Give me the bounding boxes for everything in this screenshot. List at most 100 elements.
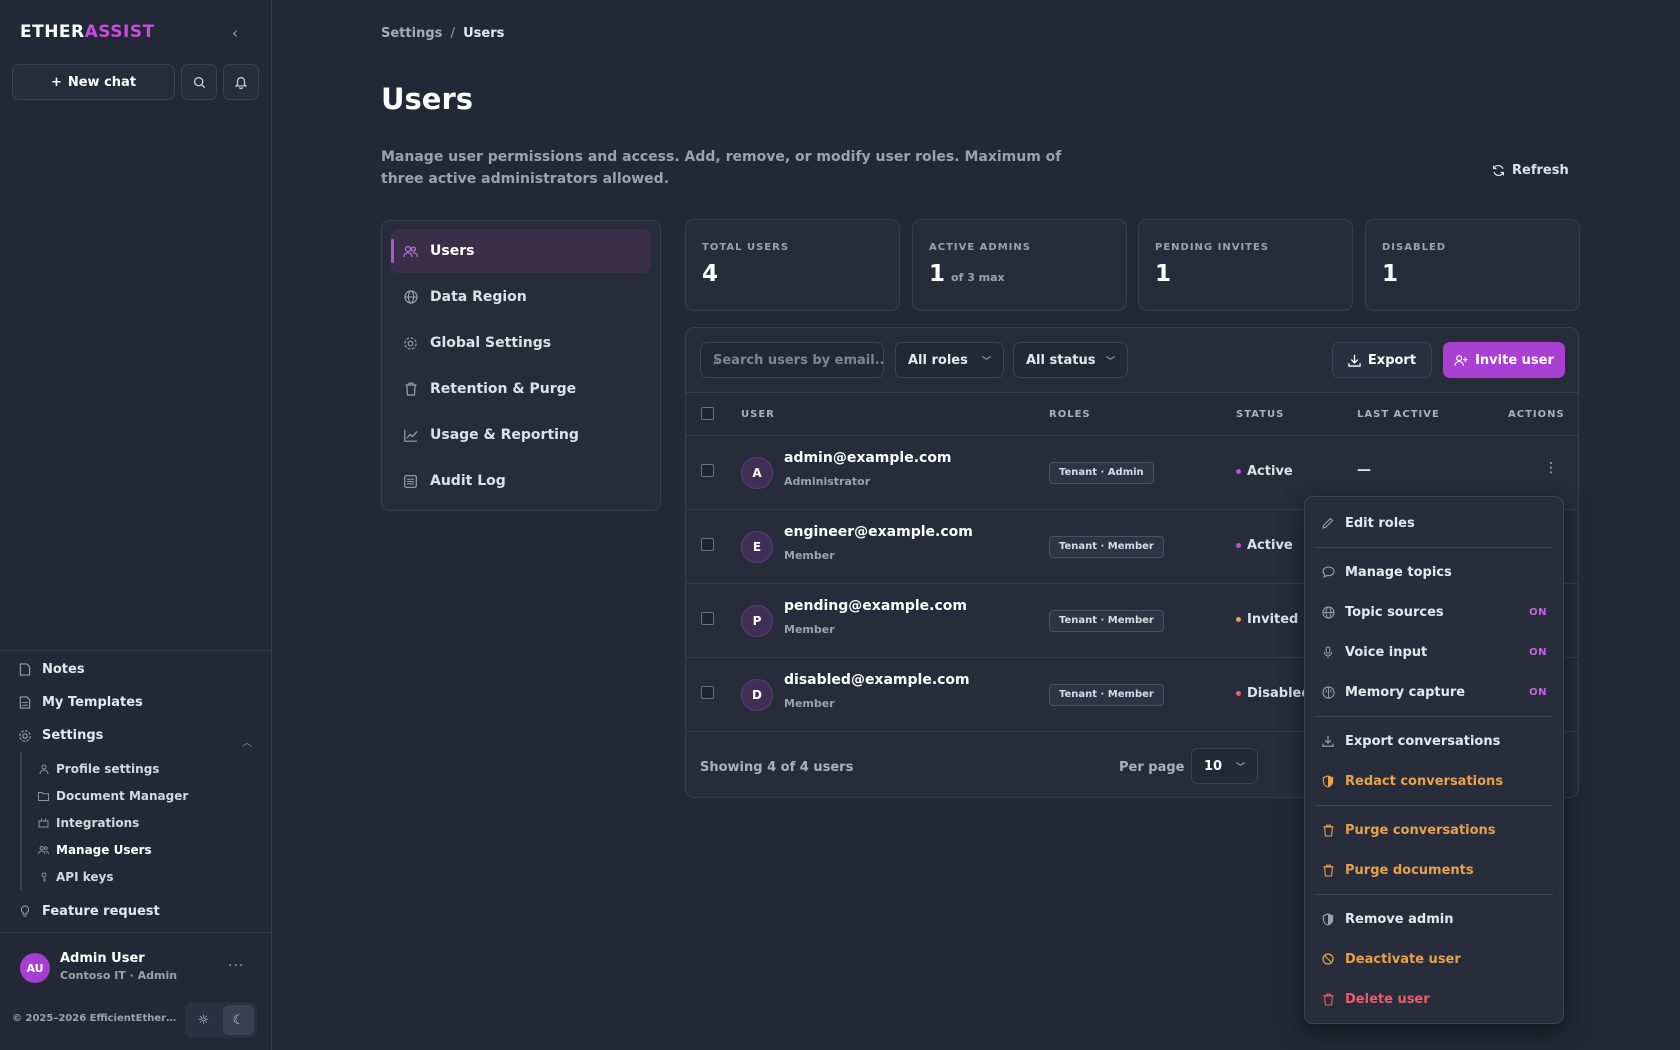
column-actions: ACTIONS	[1508, 409, 1565, 420]
column-status[interactable]: STATUS	[1236, 409, 1284, 420]
notifications-button[interactable]	[223, 64, 259, 100]
folder-icon	[38, 791, 49, 802]
chat-bubble-icon	[1321, 565, 1335, 579]
status-dot	[1236, 469, 1241, 474]
column-last-active[interactable]: LAST ACTIVE	[1357, 409, 1440, 420]
chevron-down-icon: ﹀	[1105, 356, 1115, 367]
menu-item-purge-documents[interactable]: Purge documents	[1305, 852, 1563, 888]
status-badge: Active	[1236, 464, 1293, 479]
shield-half-icon	[1321, 912, 1335, 926]
breadcrumb-settings[interactable]: Settings	[381, 26, 442, 41]
select-all-checkbox[interactable]	[701, 407, 714, 420]
search-input[interactable]	[700, 342, 884, 378]
more-horizontal-icon[interactable]: ···	[228, 958, 244, 974]
sidebar-item-manage-users[interactable]: Manage Users	[38, 843, 152, 857]
column-roles[interactable]: ROLES	[1049, 409, 1091, 420]
menu-item-memory-capture[interactable]: Memory capture ON	[1305, 674, 1563, 710]
user-email: pending@example.com	[784, 598, 967, 614]
sidebar-item-api-keys[interactable]: API keys	[38, 870, 114, 884]
gear-icon	[18, 729, 32, 743]
nav-item-global-settings[interactable]: Global Settings	[391, 321, 651, 365]
pencil-icon	[1321, 516, 1335, 530]
users-icon	[403, 244, 418, 259]
export-button[interactable]: Export	[1332, 342, 1432, 378]
per-page-select[interactable]: 10 ﹀	[1191, 748, 1258, 784]
user-org: Contoso IT · Admin	[60, 969, 178, 982]
menu-item-delete-user[interactable]: Delete user	[1305, 981, 1563, 1017]
role-badge: Tenant · Admin	[1049, 462, 1154, 484]
avatar[interactable]: AU	[20, 953, 50, 983]
stat-total-users: TOTAL USERS 4	[685, 219, 900, 311]
menu-item-redact-conversations[interactable]: Redact conversations	[1305, 763, 1563, 799]
menu-item-edit-roles[interactable]: Edit roles	[1305, 505, 1563, 541]
microphone-icon	[1321, 645, 1335, 659]
last-active: —	[1357, 462, 1371, 478]
menu-item-topic-sources[interactable]: Topic sources ON	[1305, 594, 1563, 630]
settings-subnav: Profile settings Document Manager Integr…	[20, 752, 260, 890]
menu-item-manage-topics[interactable]: Manage topics	[1305, 554, 1563, 590]
trash-icon	[1321, 863, 1335, 877]
menu-divider	[1315, 805, 1553, 806]
status-badge: Disabled	[1236, 686, 1311, 701]
nav-item-audit-log[interactable]: Audit Log	[391, 459, 651, 503]
user-email: engineer@example.com	[784, 524, 973, 540]
sidebar-item-notes[interactable]: Notes	[18, 662, 85, 677]
pagination-summary: Showing 4 of 4 users	[700, 760, 854, 775]
download-icon	[1348, 354, 1361, 367]
search-button[interactable]	[181, 64, 217, 100]
sidebar-item-document-manager[interactable]: Document Manager	[38, 789, 188, 803]
list-icon	[403, 474, 418, 489]
bell-icon	[234, 77, 248, 89]
trash-icon	[1321, 823, 1335, 837]
menu-item-remove-admin[interactable]: Remove admin	[1305, 901, 1563, 937]
invite-user-button[interactable]: Invite user	[1443, 342, 1565, 378]
nav-item-usage-reporting[interactable]: Usage & Reporting	[391, 413, 651, 457]
row-checkbox[interactable]	[701, 538, 714, 551]
page-title: Users	[381, 82, 474, 116]
collapse-sidebar-icon[interactable]: ‹	[226, 24, 244, 42]
sidebar-item-templates[interactable]: My Templates	[18, 695, 143, 710]
refresh-button[interactable]: Refresh	[1492, 163, 1569, 178]
sidebar-item-integrations[interactable]: Integrations	[38, 816, 139, 830]
users-icon	[38, 845, 49, 856]
key-icon	[38, 872, 49, 883]
column-user[interactable]: USER	[741, 409, 775, 420]
breadcrumb-current: Users	[463, 26, 505, 41]
nav-item-retention-purge[interactable]: Retention & Purge	[391, 367, 651, 411]
settings-nav: Users Data Region Global Settings Retent…	[381, 220, 661, 511]
menu-item-deactivate-user[interactable]: Deactivate user	[1305, 941, 1563, 977]
sidebar-item-profile-settings[interactable]: Profile settings	[38, 762, 159, 776]
chevron-up-icon[interactable]: ︿	[242, 734, 252, 749]
new-chat-button[interactable]: + New chat	[12, 64, 175, 100]
menu-item-purge-conversations[interactable]: Purge conversations	[1305, 812, 1563, 848]
status-filter-select[interactable]: All status ﹀	[1013, 342, 1128, 378]
globe-icon	[1321, 605, 1335, 619]
nav-item-users[interactable]: Users	[391, 229, 651, 273]
row-checkbox[interactable]	[701, 464, 714, 477]
roles-filter-select[interactable]: All roles ﹀	[895, 342, 1004, 378]
menu-item-export-conversations[interactable]: Export conversations	[1305, 723, 1563, 759]
status-badge: Active	[1236, 538, 1293, 553]
sidebar-item-settings[interactable]: Settings	[18, 728, 103, 743]
menu-divider	[1315, 547, 1553, 548]
download-icon	[1321, 734, 1335, 748]
stat-active-admins: ACTIVE ADMINS 1 of 3 max	[912, 219, 1127, 311]
brain-icon	[1321, 685, 1335, 699]
status-dot	[1236, 543, 1241, 548]
user-name: Admin User	[60, 951, 145, 966]
sun-icon[interactable]: ☼	[188, 1005, 219, 1035]
user-divider	[0, 932, 271, 933]
brand-logo[interactable]: ETHERASSIST	[20, 22, 155, 42]
moon-icon[interactable]: ☾	[223, 1005, 254, 1035]
sidebar: ETHERASSIST ‹ + New chat Notes My Templa…	[0, 0, 272, 1050]
nav-item-data-region[interactable]: Data Region	[391, 275, 651, 319]
row-checkbox[interactable]	[701, 686, 714, 699]
more-vertical-icon[interactable]: ⋮	[1544, 460, 1558, 476]
menu-item-voice-input[interactable]: Voice input ON	[1305, 634, 1563, 670]
per-page-label: Per page	[1119, 760, 1185, 775]
table-header: USER ROLES STATUS LAST ACTIVE ACTIONS	[686, 392, 1578, 436]
copyright-text: © 2025–2026 EfficientEther L...	[12, 1013, 177, 1024]
plus-icon: +	[50, 74, 62, 90]
row-checkbox[interactable]	[701, 612, 714, 625]
sidebar-item-feature-request[interactable]: Feature request	[18, 904, 160, 919]
